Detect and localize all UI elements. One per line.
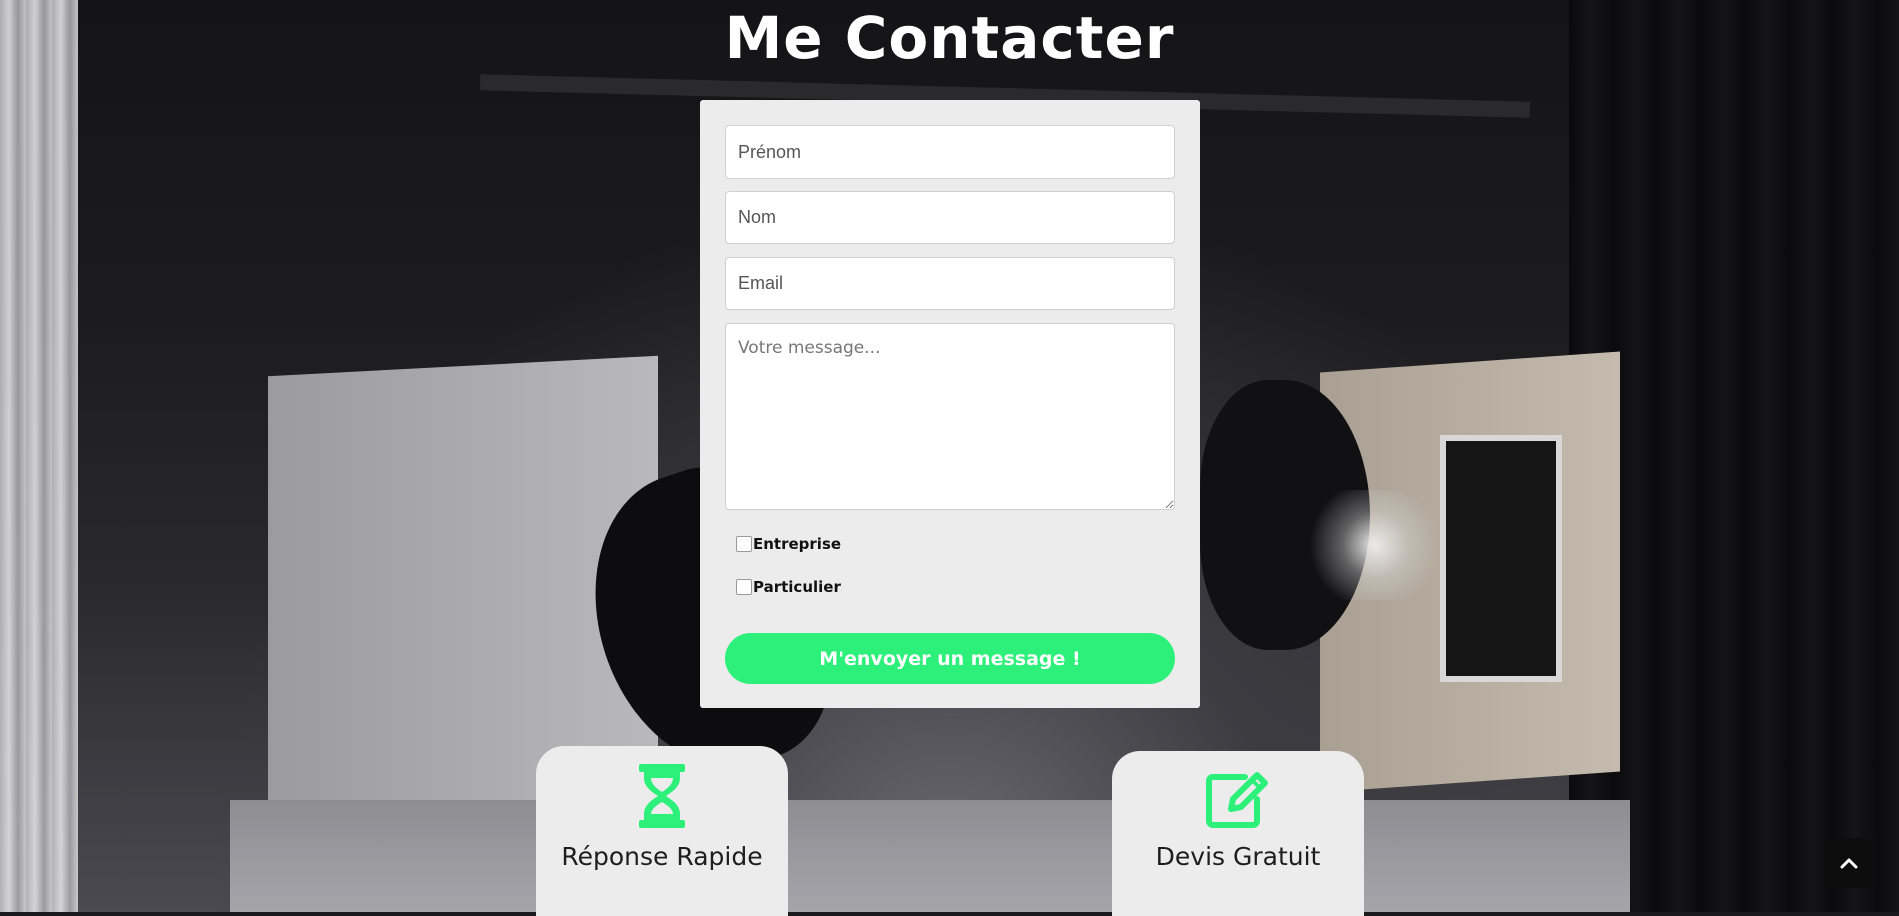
send-message-button[interactable]: M'envoyer un message ! <box>725 633 1175 684</box>
contact-form: Entreprise Particulier M'envoyer un mess… <box>700 100 1200 708</box>
company-checkbox-label: Entreprise <box>753 535 842 553</box>
hourglass-icon <box>536 764 788 828</box>
studio-light-glow <box>1300 490 1450 600</box>
chevron-up-icon <box>1840 858 1858 869</box>
studio-floor <box>230 800 1630 912</box>
company-checkbox[interactable] <box>736 536 752 552</box>
left-curtain <box>0 0 78 912</box>
last-name-input[interactable] <box>725 191 1175 244</box>
edit-icon <box>1112 771 1364 829</box>
feature-card-quick-response: Réponse Rapide <box>536 746 788 916</box>
message-textarea[interactable] <box>725 323 1175 510</box>
first-name-input[interactable] <box>725 125 1175 179</box>
feature-label: Réponse Rapide <box>561 842 763 871</box>
feature-card-free-quote: Devis Gratuit <box>1112 751 1364 916</box>
individual-checkbox[interactable] <box>736 579 752 595</box>
company-checkbox-row[interactable]: Entreprise <box>736 535 841 553</box>
feature-label: Devis Gratuit <box>1155 842 1321 871</box>
page-title: Me Contacter <box>724 4 1175 72</box>
individual-checkbox-row[interactable]: Particulier <box>736 578 841 596</box>
studio-mirror <box>1440 435 1562 682</box>
individual-checkbox-label: Particulier <box>753 578 841 596</box>
email-input[interactable] <box>725 257 1175 310</box>
scroll-to-top-button[interactable] <box>1824 838 1874 888</box>
